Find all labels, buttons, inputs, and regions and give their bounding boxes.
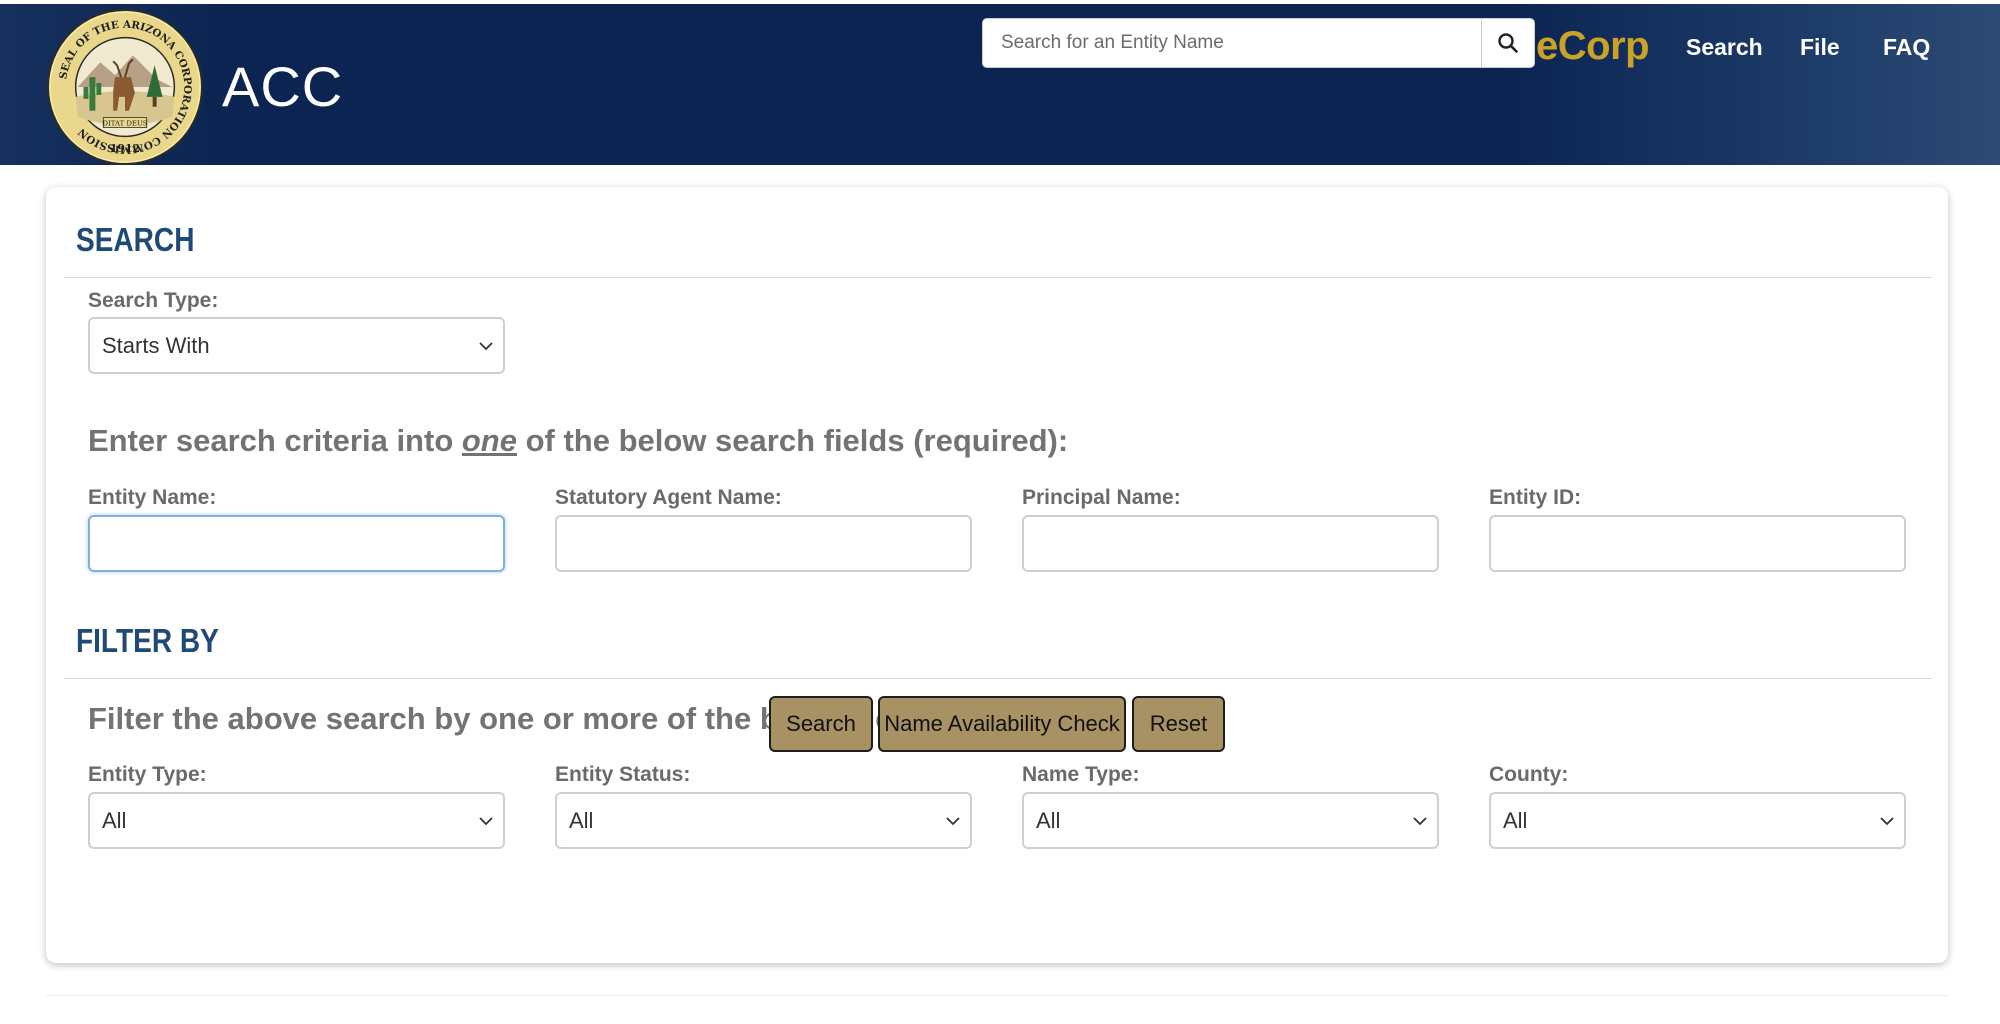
search-button[interactable]: Search xyxy=(769,696,873,752)
chevron-down-icon xyxy=(479,817,493,826)
entity-id-label: Entity ID: xyxy=(1489,486,1582,509)
entity-type-value: All xyxy=(102,807,127,833)
principal-name-input[interactable] xyxy=(1022,515,1439,572)
search-type-value: Starts With xyxy=(102,332,210,358)
top-header: SEAL OF THE ARIZONA CORPORATION COMMISSI… xyxy=(0,4,2000,166)
seal-motto: DITAT DEUS xyxy=(102,120,147,128)
entity-name-label: Entity Name: xyxy=(88,486,217,509)
search-instruction-emphasis: one xyxy=(461,423,517,458)
search-card: SEARCH Search Type: Starts With Enter se… xyxy=(46,187,1948,963)
statutory-agent-name-label: Statutory Agent Name: xyxy=(555,486,782,509)
search-instruction-start: Enter search criteria into xyxy=(88,423,462,458)
footer-divider xyxy=(46,995,1948,996)
entity-status-label: Entity Status: xyxy=(555,763,691,786)
nav-faq-link[interactable]: FAQ xyxy=(1883,34,1930,61)
search-icon xyxy=(1498,33,1518,53)
filter-section-title: FILTER BY xyxy=(76,622,219,659)
entity-name-top-search xyxy=(982,18,1535,68)
search-type-select[interactable]: Starts With xyxy=(88,317,505,374)
search-type-label: Search Type: xyxy=(88,289,219,312)
entity-status-select[interactable]: All xyxy=(555,792,972,849)
entity-id-input[interactable] xyxy=(1489,515,1906,572)
reset-button[interactable]: Reset xyxy=(1132,696,1225,752)
name-type-value: All xyxy=(1036,807,1061,833)
top-search-button[interactable] xyxy=(1481,19,1534,67)
entity-name-input[interactable] xyxy=(88,515,505,572)
statutory-agent-name-input[interactable] xyxy=(555,515,972,572)
county-select[interactable]: All xyxy=(1489,792,1906,849)
nav-file-link[interactable]: File xyxy=(1800,34,1840,61)
top-search-input[interactable] xyxy=(983,19,1481,67)
entity-status-value: All xyxy=(569,807,594,833)
name-type-label: Name Type: xyxy=(1022,763,1140,786)
chevron-down-icon xyxy=(946,817,960,826)
ecorp-logo[interactable]: eCorp xyxy=(1536,24,1650,69)
name-availability-check-button[interactable]: Name Availability Check xyxy=(878,696,1126,752)
search-divider xyxy=(64,277,1932,278)
chevron-down-icon xyxy=(1880,817,1894,826)
entity-type-label: Entity Type: xyxy=(88,763,207,786)
filter-divider xyxy=(64,678,1932,679)
brand-acc[interactable]: ACC xyxy=(222,54,343,119)
principal-name-label: Principal Name: xyxy=(1022,486,1181,509)
county-value: All xyxy=(1503,807,1528,833)
search-section-title: SEARCH xyxy=(76,221,195,258)
seal-year: 1912 xyxy=(110,142,140,155)
search-instruction-end: of the below search fields (required): xyxy=(517,423,1069,458)
arizona-corporation-commission-seal[interactable]: SEAL OF THE ARIZONA CORPORATION COMMISSI… xyxy=(46,8,204,166)
nav-search-link[interactable]: Search xyxy=(1686,34,1763,61)
entity-type-select[interactable]: All xyxy=(88,792,505,849)
chevron-down-icon xyxy=(1413,817,1427,826)
chevron-down-icon xyxy=(479,342,493,351)
name-type-select[interactable]: All xyxy=(1022,792,1439,849)
search-instruction: Enter search criteria into one of the be… xyxy=(88,423,1068,459)
county-label: County: xyxy=(1489,763,1569,786)
